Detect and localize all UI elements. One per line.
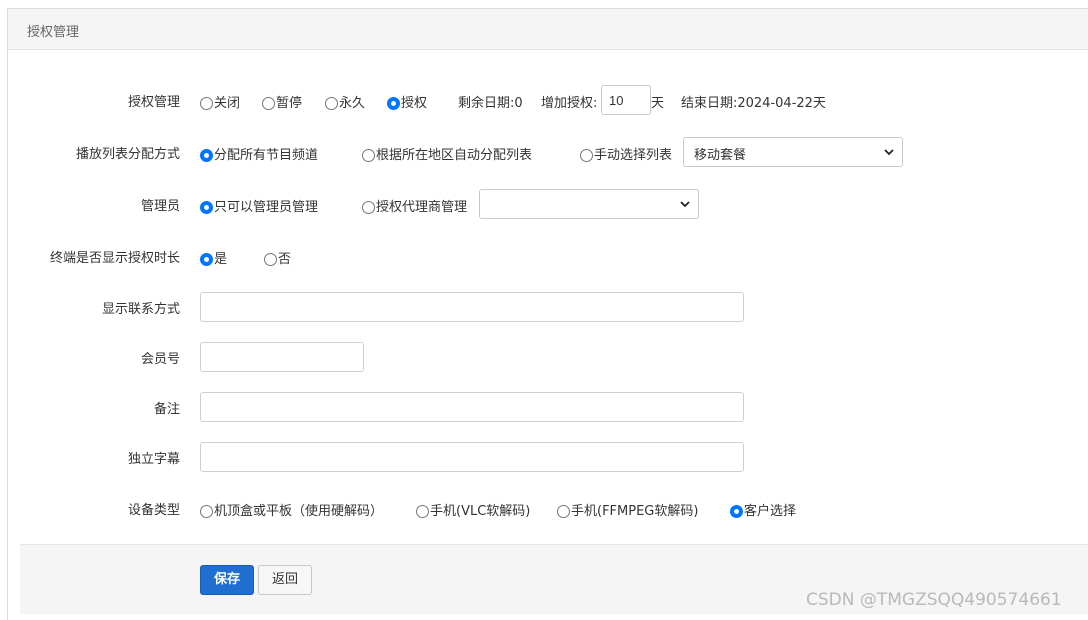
device-row: 设备类型 机顶盒或平板（使用硬解码） 手机(VLC软解码) 手机(FFMPEG软…	[0, 493, 1088, 523]
auth-row: 授权管理 关闭 暂停 永久 授权 剩余日期:0 增加授权: 天 结束日期:202…	[0, 85, 1088, 115]
radio-checked-icon[interactable]	[730, 504, 743, 518]
subtitle-input[interactable]	[200, 442, 744, 472]
radio-icon[interactable]	[362, 148, 375, 162]
show-duration-no[interactable]: 否	[264, 248, 291, 267]
playlist-select[interactable]: 移动套餐	[683, 137, 903, 167]
admin-row: 管理员 只可以管理员管理 授权代理商管理	[0, 189, 1088, 219]
device-option-customer[interactable]: 客户选择	[730, 500, 796, 519]
radio-checked-icon[interactable]	[387, 96, 400, 110]
device-option-vlc[interactable]: 手机(VLC软解码)	[416, 500, 530, 519]
save-button[interactable]: 保存	[200, 565, 254, 595]
playlist-option-all[interactable]: 分配所有节目频道	[200, 144, 318, 163]
radio-icon[interactable]	[264, 252, 277, 266]
radio-icon[interactable]	[325, 96, 338, 110]
playlist-label: 播放列表分配方式	[75, 147, 180, 162]
playlist-option-manual[interactable]: 手动选择列表	[580, 144, 672, 163]
contact-row: 显示联系方式	[0, 292, 1088, 322]
auth-option-close[interactable]: 关闭	[200, 92, 240, 111]
end-date: 结束日期:2024-04-22天	[681, 96, 826, 111]
radio-icon[interactable]	[200, 504, 213, 518]
remaining-days: 剩余日期:0	[458, 96, 523, 111]
show-duration-row: 终端是否显示授权时长 是 否	[0, 241, 1088, 271]
auth-label: 授权管理	[127, 95, 180, 110]
show-duration-yes[interactable]: 是	[200, 248, 227, 267]
auth-option-permanent[interactable]: 永久	[325, 92, 365, 111]
admin-label: 管理员	[140, 199, 180, 214]
auth-option-authorize[interactable]: 授权	[387, 92, 427, 111]
device-option-ffmpeg[interactable]: 手机(FFMPEG软解码)	[557, 500, 698, 519]
admin-option-agent[interactable]: 授权代理商管理	[362, 196, 467, 215]
admin-option-admin-only[interactable]: 只可以管理员管理	[200, 196, 318, 215]
playlist-select-value: 移动套餐	[694, 148, 747, 163]
remark-label: 备注	[153, 402, 180, 417]
radio-checked-icon[interactable]	[200, 252, 213, 266]
subtitle-row: 独立字幕	[0, 442, 1088, 472]
remark-input[interactable]	[200, 392, 744, 422]
add-auth-input[interactable]	[601, 85, 651, 115]
chevron-down-icon	[680, 201, 690, 208]
contact-input[interactable]	[200, 292, 744, 322]
back-button[interactable]: 返回	[258, 565, 312, 595]
device-option-stb[interactable]: 机顶盒或平板（使用硬解码）	[200, 500, 383, 519]
radio-icon[interactable]	[200, 96, 213, 110]
device-label: 设备类型	[127, 503, 180, 518]
member-label: 会员号	[140, 352, 180, 367]
chevron-down-icon	[884, 149, 894, 156]
radio-icon[interactable]	[362, 200, 375, 214]
member-input[interactable]	[200, 342, 364, 372]
member-row: 会员号	[0, 342, 1088, 372]
playlist-option-region[interactable]: 根据所在地区自动分配列表	[362, 144, 532, 163]
agent-select[interactable]	[479, 189, 699, 219]
subtitle-label: 独立字幕	[127, 452, 180, 467]
panel-title: 授权管理	[27, 25, 80, 40]
show-duration-label: 终端是否显示授权时长	[49, 251, 180, 266]
add-auth-label: 增加授权:	[541, 96, 598, 111]
panel-header: 授权管理	[8, 9, 1088, 50]
watermark: CSDN @TMGZSQQ490574661	[806, 590, 1062, 610]
remark-row: 备注	[0, 392, 1088, 422]
radio-icon[interactable]	[557, 504, 570, 518]
radio-icon[interactable]	[580, 148, 593, 162]
contact-label: 显示联系方式	[101, 302, 180, 317]
auth-option-pause[interactable]: 暂停	[262, 92, 302, 111]
radio-icon[interactable]	[416, 504, 429, 518]
radio-checked-icon[interactable]	[200, 200, 213, 214]
playlist-row: 播放列表分配方式 分配所有节目频道 根据所在地区自动分配列表 手动选择列表 移动…	[0, 137, 1088, 167]
radio-checked-icon[interactable]	[200, 148, 213, 162]
radio-icon[interactable]	[262, 96, 275, 110]
days-unit: 天	[651, 96, 665, 111]
